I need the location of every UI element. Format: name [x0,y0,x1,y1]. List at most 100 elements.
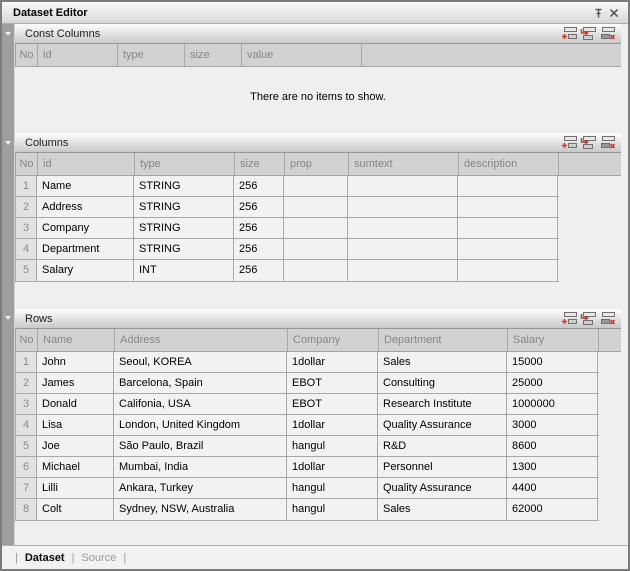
table-row[interactable]: 6MichaelMumbai, India1dollarPersonnel130… [15,457,599,478]
table-row[interactable]: 3CompanySTRING256 [15,218,559,239]
table-cell[interactable]: 8600 [507,436,598,456]
header-cell[interactable]: type [135,153,235,175]
table-cell[interactable]: INT [134,260,234,281]
table-cell[interactable]: Lisa [37,415,114,435]
header-cell[interactable]: type [118,44,185,66]
section-bar-columns[interactable]: Columns [15,133,621,153]
table-cell[interactable]: Colt [37,499,114,520]
table-cell[interactable]: 256 [234,197,284,217]
table-row[interactable]: 2AddressSTRING256 [15,197,559,218]
row-number-cell[interactable]: 3 [15,218,37,238]
row-number-cell[interactable]: 5 [15,436,37,456]
table-cell[interactable]: Research Institute [378,394,507,414]
table-cell[interactable]: Quality Assurance [378,478,507,498]
header-cell[interactable]: value [242,44,362,66]
table-cell[interactable] [284,218,348,238]
delete-row-icon[interactable] [598,311,617,327]
table-cell[interactable]: Personnel [378,457,507,477]
table-cell[interactable]: Califonia, USA [114,394,287,414]
table-row[interactable]: 3DonaldCalifonia, USAEBOTResearch Instit… [15,394,599,415]
header-cell[interactable]: No [16,329,38,351]
collapse-arrow-icon[interactable] [5,316,11,320]
table-cell[interactable]: Sydney, NSW, Australia [114,499,287,520]
row-number-cell[interactable]: 1 [15,176,37,196]
table-cell[interactable]: São Paulo, Brazil [114,436,287,456]
table-cell[interactable] [458,260,558,281]
table-cell[interactable]: hangul [287,478,378,498]
table-row[interactable]: 4DepartmentSTRING256 [15,239,559,260]
table-cell[interactable]: 256 [234,260,284,281]
header-cell[interactable]: No [16,44,38,66]
table-cell[interactable]: STRING [134,218,234,238]
table-cell[interactable]: Address [37,197,134,217]
row-number-cell[interactable]: 3 [15,394,37,414]
section-bar-rows[interactable]: Rows [15,309,621,329]
row-number-cell[interactable]: 2 [15,373,37,393]
table-cell[interactable]: Consulting [378,373,507,393]
table-cell[interactable]: hangul [287,499,378,520]
table-row[interactable]: 5SalaryINT256 [15,260,559,281]
table-cell[interactable] [458,176,558,196]
table-cell[interactable]: Sales [378,499,507,520]
row-number-cell[interactable]: 4 [15,239,37,259]
table-row[interactable]: 1NameSTRING256 [15,176,559,197]
table-cell[interactable]: Michael [37,457,114,477]
row-number-cell[interactable]: 4 [15,415,37,435]
insert-row-icon[interactable] [579,26,598,42]
table-cell[interactable]: 25000 [507,373,598,393]
table-cell[interactable]: R&D [378,436,507,456]
add-row-icon[interactable] [560,311,579,327]
header-cell[interactable]: size [235,153,285,175]
insert-row-icon[interactable] [579,135,598,151]
table-cell[interactable]: hangul [287,436,378,456]
close-icon[interactable] [606,5,622,21]
table-row[interactable]: 2JamesBarcelona, SpainEBOTConsulting2500… [15,373,599,394]
header-cell[interactable]: id [38,153,135,175]
header-cell[interactable]: id [38,44,118,66]
table-cell[interactable]: 1dollar [287,352,378,372]
table-cell[interactable]: Company [37,218,134,238]
table-cell[interactable]: 3000 [507,415,598,435]
table-cell[interactable]: 256 [234,218,284,238]
table-cell[interactable]: Name [37,176,134,196]
header-cell[interactable]: size [185,44,242,66]
table-cell[interactable] [284,239,348,259]
pin-icon[interactable] [590,5,606,21]
header-cell[interactable]: prop [285,153,349,175]
table-cell[interactable]: 1300 [507,457,598,477]
section-bar-const-columns[interactable]: Const Columns [15,24,621,44]
table-cell[interactable] [348,197,458,217]
add-row-icon[interactable] [560,26,579,42]
table-cell[interactable]: 256 [234,239,284,259]
table-cell[interactable]: Mumbai, India [114,457,287,477]
row-number-cell[interactable]: 5 [15,260,37,281]
header-cell[interactable]: Name [38,329,115,351]
table-row[interactable]: 1JohnSeoul, KOREA1dollarSales15000 [15,352,599,373]
table-row[interactable]: 5JoeSão Paulo, BrazilhangulR&D8600 [15,436,599,457]
row-number-cell[interactable]: 7 [15,478,37,498]
table-cell[interactable] [458,197,558,217]
row-number-cell[interactable]: 6 [15,457,37,477]
table-cell[interactable]: John [37,352,114,372]
table-cell[interactable]: Department [37,239,134,259]
table-cell[interactable] [348,176,458,196]
row-number-cell[interactable]: 1 [15,352,37,372]
tab-dataset[interactable]: Dataset [25,552,65,564]
table-cell[interactable] [348,218,458,238]
table-cell[interactable]: 1dollar [287,457,378,477]
tab-source[interactable]: Source [81,552,116,564]
row-number-cell[interactable]: 2 [15,197,37,217]
table-cell[interactable]: 4400 [507,478,598,498]
add-row-icon[interactable] [560,135,579,151]
header-cell[interactable]: Salary [508,329,599,351]
table-cell[interactable]: 15000 [507,352,598,372]
table-cell[interactable]: 256 [234,176,284,196]
header-cell[interactable]: Department [379,329,508,351]
delete-row-icon[interactable] [598,135,617,151]
insert-row-icon[interactable] [579,311,598,327]
table-cell[interactable] [458,239,558,259]
table-cell[interactable]: Barcelona, Spain [114,373,287,393]
table-cell[interactable] [348,239,458,259]
table-cell[interactable]: 62000 [507,499,598,520]
table-cell[interactable]: Quality Assurance [378,415,507,435]
